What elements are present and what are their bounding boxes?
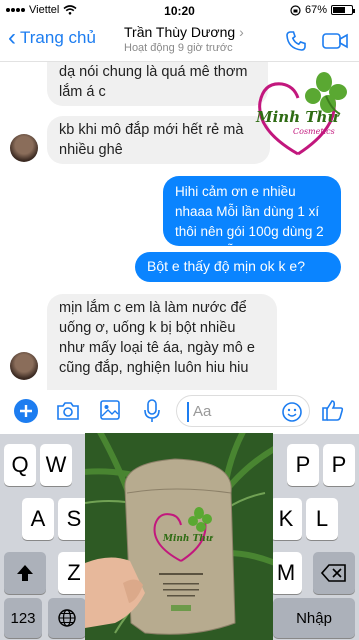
contact-info[interactable]: Trần Thùy Dương › Hoạt động 9 giờ trước bbox=[124, 24, 244, 54]
brand-logo: Minh Thư Cosmetics bbox=[255, 72, 347, 156]
chevron-left-icon: ‹ bbox=[8, 24, 16, 51]
globe-icon bbox=[58, 609, 76, 627]
avatar[interactable] bbox=[10, 352, 38, 380]
key-w[interactable]: W bbox=[40, 444, 72, 486]
message-bubble[interactable]: Bột e thấy độ mịn ok k e? bbox=[135, 252, 341, 282]
back-button[interactable]: ‹ Trang chủ bbox=[8, 24, 96, 51]
contact-name: Trần Thùy Dương bbox=[124, 24, 236, 40]
camera-icon[interactable] bbox=[56, 400, 80, 422]
video-call-icon[interactable] bbox=[321, 30, 349, 52]
backspace-icon bbox=[321, 564, 346, 582]
status-right: 67% bbox=[290, 4, 355, 16]
shift-icon bbox=[17, 565, 33, 581]
key-m[interactable]: M bbox=[270, 552, 302, 594]
emoji-icon[interactable] bbox=[281, 401, 303, 423]
product-photo: Minh Thư bbox=[85, 433, 273, 640]
product-brand: Minh Thư bbox=[162, 534, 214, 544]
avatar[interactable] bbox=[10, 134, 38, 162]
message-bubble[interactable]: kb khi mô đắp mới hết rẻ mà nhiều ghê bbox=[47, 116, 270, 164]
microphone-icon[interactable] bbox=[142, 398, 162, 424]
rotation-lock-icon bbox=[290, 4, 301, 16]
key-l[interactable]: L bbox=[306, 498, 338, 540]
header-actions bbox=[285, 30, 349, 52]
contact-status: Hoạt động 9 giờ trước bbox=[124, 42, 233, 54]
message-input[interactable]: Aa bbox=[176, 395, 310, 427]
shift-key[interactable] bbox=[4, 552, 46, 594]
logo-tagline: Cosmetics bbox=[293, 127, 335, 136]
conversation-header: ‹ Trang chủ Trần Thùy Dương › Hoạt động 9… bbox=[0, 20, 359, 62]
key-k[interactable]: K bbox=[270, 498, 302, 540]
thumbs-up-icon[interactable] bbox=[320, 397, 346, 423]
globe-key[interactable] bbox=[48, 598, 86, 638]
message-bubble[interactable]: Hihi cảm ơn e nhiều nhaaa Mỗi lần dùng 1… bbox=[163, 176, 341, 259]
message-bubble[interactable]: mịn lắm c em là làm nước để uống ơ, uống… bbox=[47, 294, 277, 390]
key-a[interactable]: A bbox=[22, 498, 54, 540]
numbers-key[interactable]: 123 bbox=[4, 598, 42, 638]
message-bubble[interactable]: dạ nói chung là quá mê thơm lắm á c bbox=[47, 62, 268, 106]
key-p[interactable]: P bbox=[323, 444, 355, 486]
battery-fill bbox=[333, 7, 346, 13]
battery-percent: 67% bbox=[304, 4, 327, 16]
delete-key[interactable] bbox=[313, 552, 355, 594]
key-q[interactable]: Q bbox=[4, 444, 36, 486]
message-placeholder: Aa bbox=[193, 403, 212, 420]
return-key[interactable]: Nhập bbox=[273, 598, 355, 638]
contact-name-row: Trần Thùy Dương › bbox=[124, 24, 244, 40]
chevron-right-icon: › bbox=[239, 24, 244, 40]
battery-icon bbox=[331, 5, 355, 15]
message-text: dạ nói chung là quá mê thơm lắm á c bbox=[59, 64, 248, 100]
message-text: Hihi cảm ơn e nhiều nhaaa Mỗi lần dùng 1… bbox=[175, 184, 324, 259]
key-p-left[interactable]: P bbox=[287, 444, 319, 486]
message-text: Bột e thấy độ mịn ok k e? bbox=[147, 258, 305, 274]
composer-bar: Aa bbox=[0, 390, 359, 434]
phone-icon[interactable] bbox=[285, 30, 307, 52]
message-text: mịn lắm c em là làm nước để uống ơ, uống… bbox=[59, 300, 255, 376]
text-cursor bbox=[187, 402, 189, 422]
status-bar: Viettel 10:20 67% bbox=[0, 0, 359, 20]
logo-name: Minh Thư bbox=[255, 108, 340, 126]
back-label: Trang chủ bbox=[20, 28, 96, 47]
photo-icon[interactable] bbox=[99, 399, 121, 421]
message-text: kb khi mô đắp mới hết rẻ mà nhiều ghê bbox=[59, 122, 244, 158]
plus-icon[interactable] bbox=[13, 398, 39, 424]
